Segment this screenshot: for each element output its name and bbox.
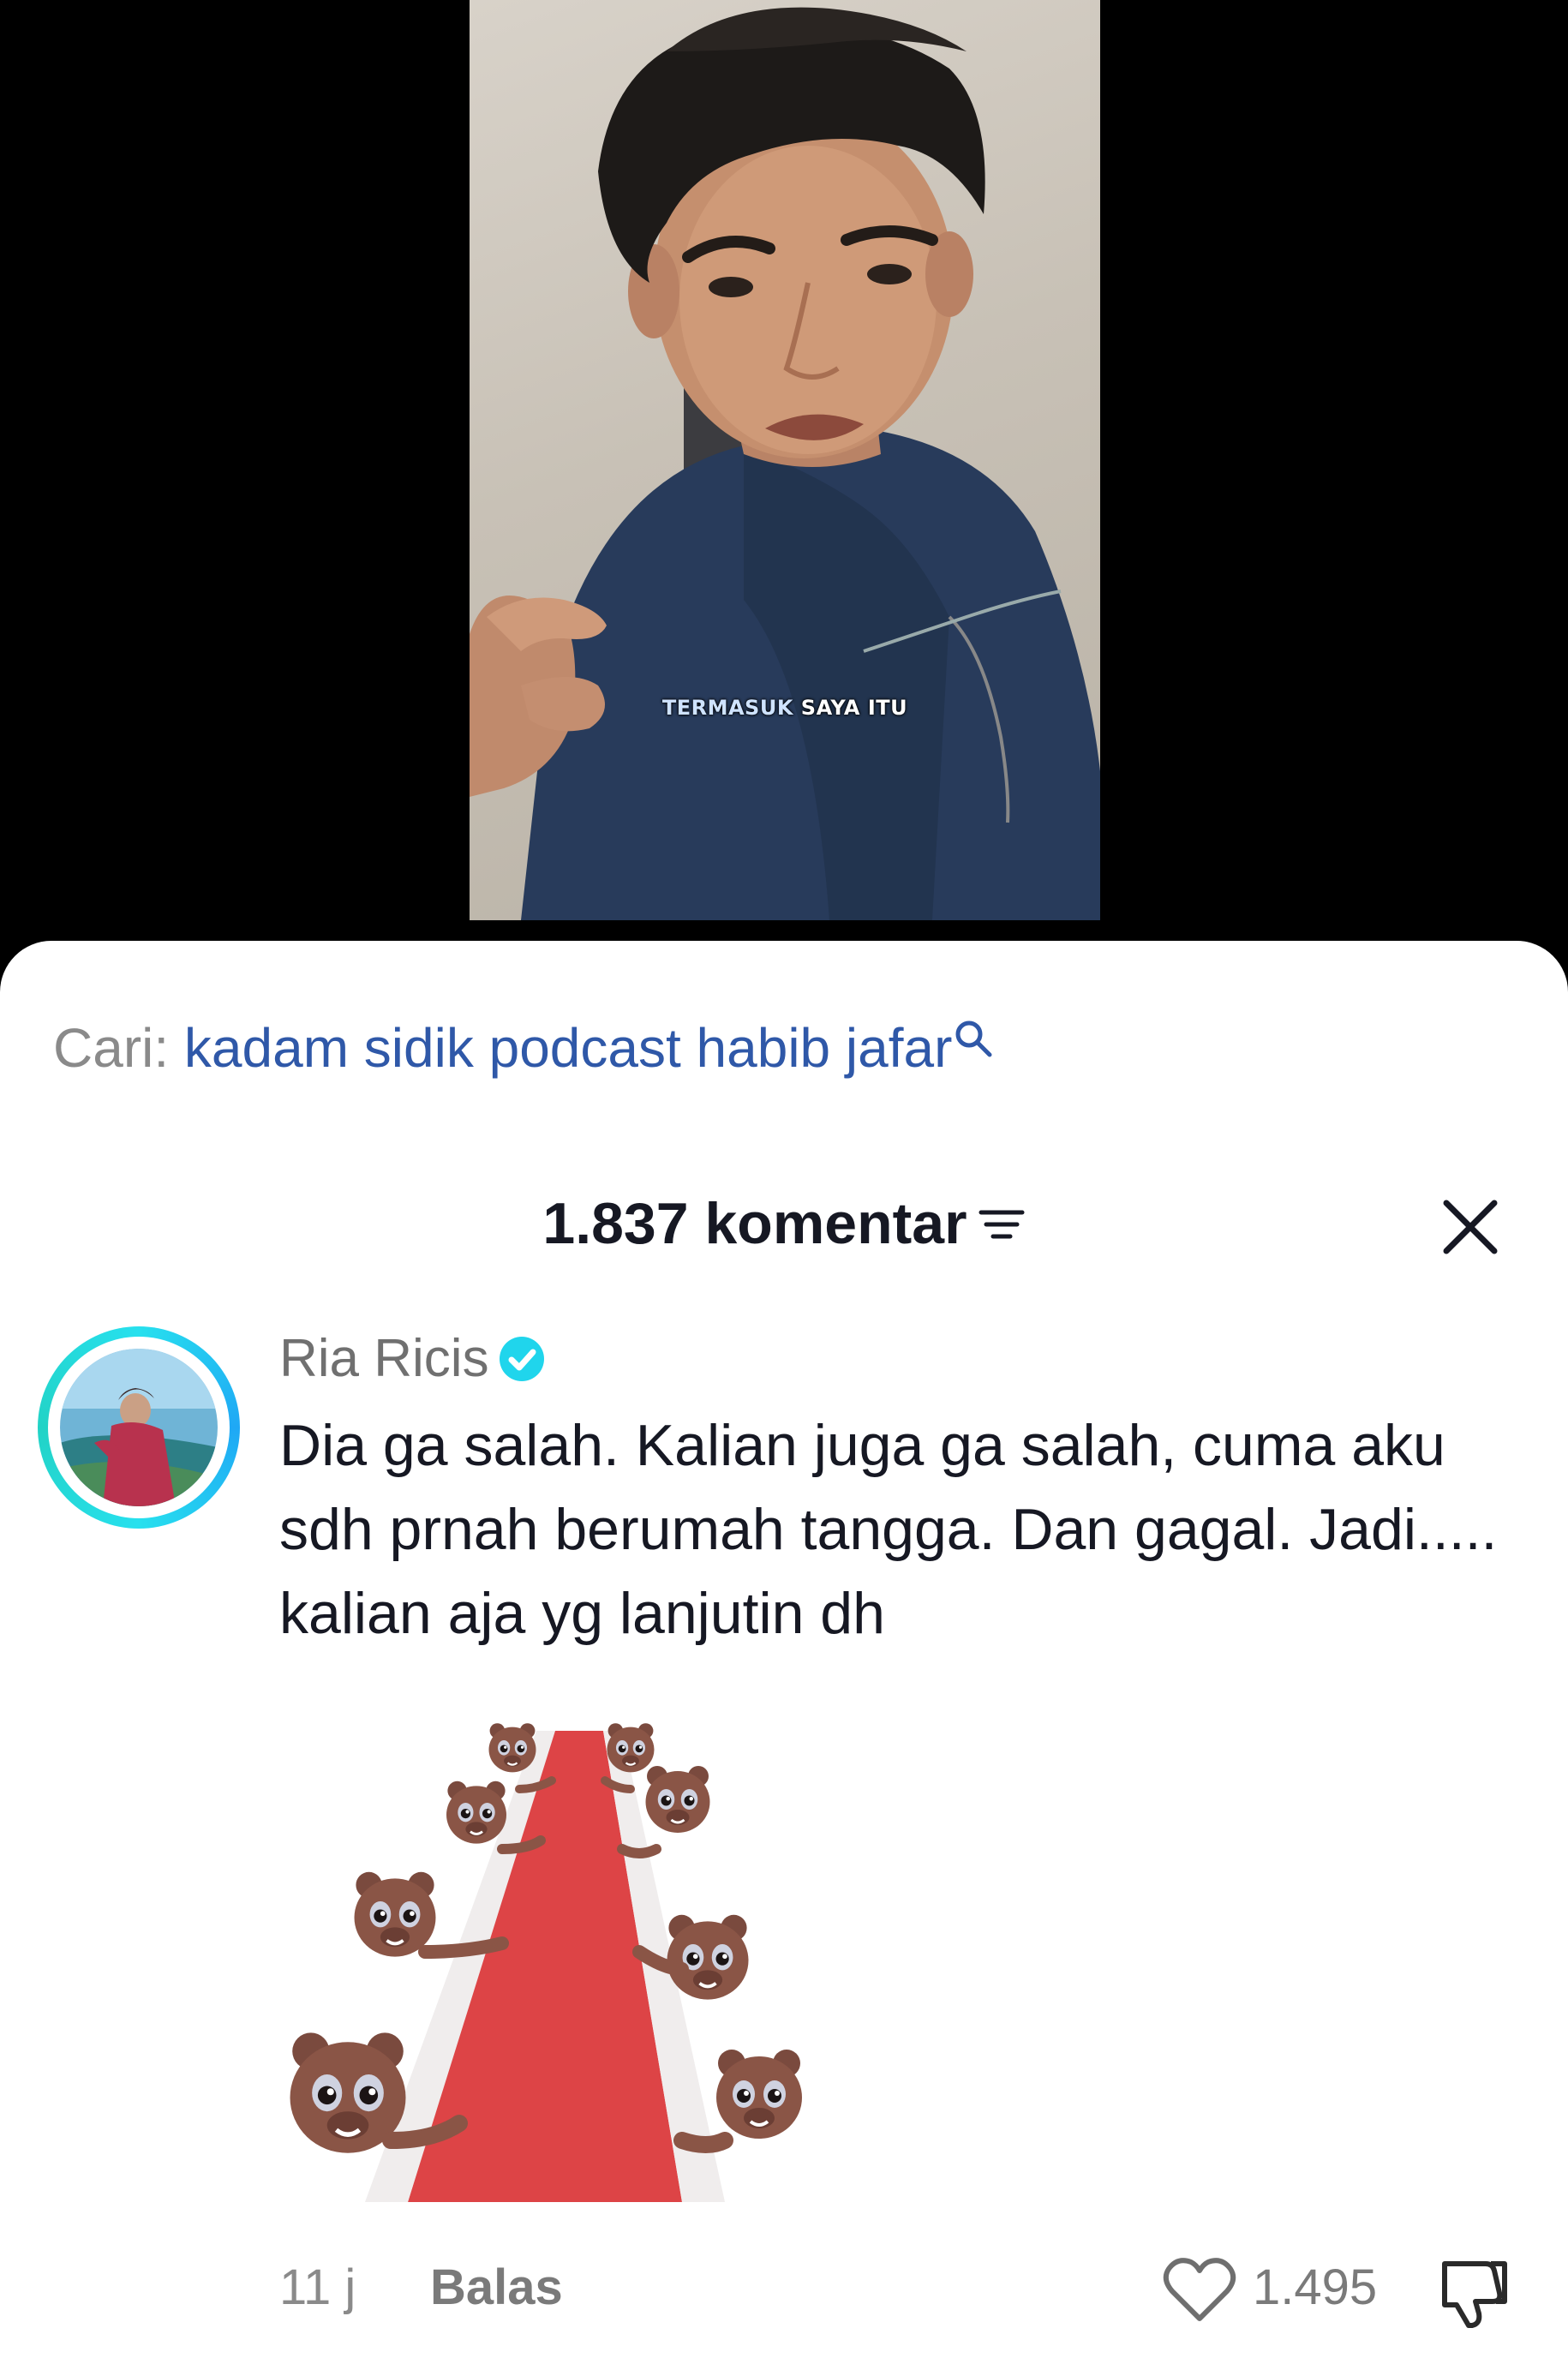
video-caption-highlight: TERMASUK <box>661 696 793 720</box>
comment-text: Dia ga salah. Kalian juga ga salah, cuma… <box>279 1413 1498 1646</box>
like-count: 1.495 <box>1253 2259 1378 2315</box>
verified-badge-icon <box>499 1336 544 1381</box>
avatar[interactable] <box>60 1349 218 1506</box>
video-caption: TERMASUK SAYA ITU <box>470 696 1100 720</box>
search-suggestion[interactable]: Cari: kadam sidik podcast habib jafar <box>53 1014 996 1082</box>
sort-lines-icon[interactable] <box>978 1200 1026 1248</box>
video-person-image <box>470 7 1100 920</box>
username-label[interactable]: Ria Ricis <box>279 1329 489 1388</box>
reply-button[interactable]: Balas <box>430 2253 563 2322</box>
search-query-link[interactable]: kadam sidik podcast habib jafar <box>184 1017 953 1079</box>
search-prefix: Cari: <box>53 1017 170 1079</box>
comments-title: 1.837 komentar <box>0 1181 1568 1266</box>
search-icon[interactable] <box>952 1017 996 1062</box>
avatar-border <box>48 1337 230 1518</box>
comment-count-label: 1.837 komentar <box>542 1191 967 1256</box>
video-caption-rest: SAYA ITU <box>800 696 908 720</box>
avatar-story-ring[interactable] <box>38 1326 240 1529</box>
comment-timestamp: 11 j <box>279 2259 356 2315</box>
video-player[interactable]: TERMASUK SAYA ITU <box>0 0 1568 943</box>
comment-username[interactable]: Ria Ricis <box>279 1325 546 1393</box>
close-icon[interactable] <box>1439 1196 1501 1258</box>
avatar-image <box>60 1349 218 1506</box>
comments-header: 1.837 komentar <box>0 1181 1568 1266</box>
bears-red-carpet-sticker[interactable] <box>279 1695 804 2202</box>
heart-icon[interactable] <box>1162 2257 1237 2325</box>
dislike-icon[interactable] <box>1436 2257 1511 2329</box>
video-frame[interactable]: TERMASUK SAYA ITU <box>470 0 1100 920</box>
sticker-image <box>279 1695 804 2202</box>
comments-sheet: Cari: kadam sidik podcast habib jafar 1.… <box>0 941 1568 2376</box>
